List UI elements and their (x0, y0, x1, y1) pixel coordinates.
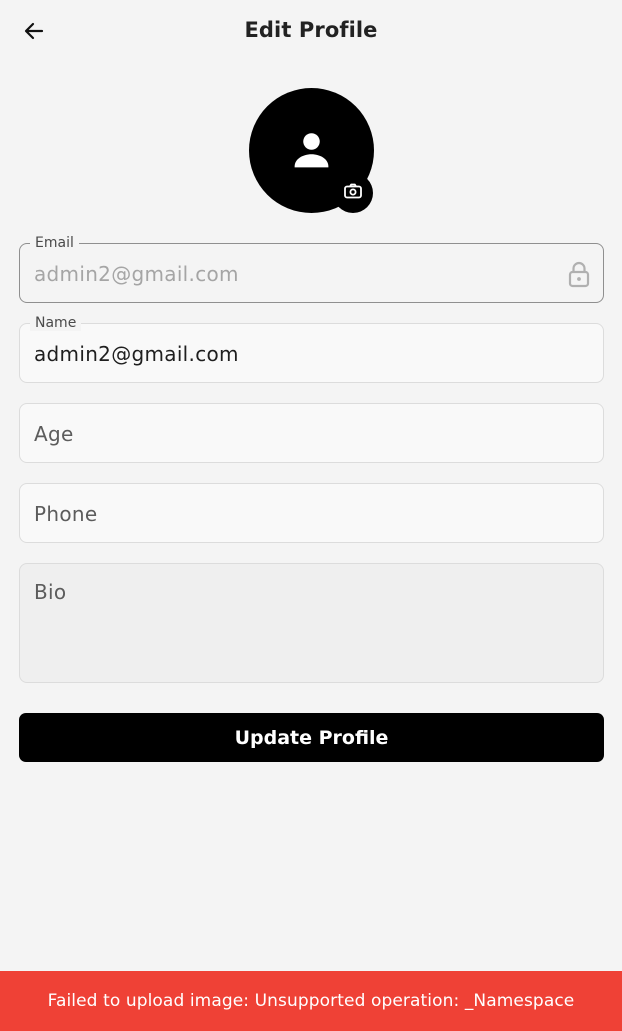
email-field: Email (19, 235, 604, 303)
page-title: Edit Profile (244, 18, 378, 42)
person-icon (289, 128, 334, 177)
app-bar: Edit Profile (0, 0, 622, 66)
update-profile-button[interactable]: Update Profile (19, 713, 604, 762)
profile-avatar[interactable] (249, 88, 374, 213)
name-input[interactable] (34, 340, 554, 368)
name-label: Name (30, 315, 82, 331)
camera-icon (344, 183, 362, 203)
age-field[interactable] (19, 403, 604, 463)
age-input[interactable] (34, 420, 554, 448)
email-input (34, 260, 554, 288)
name-field[interactable]: Name (19, 315, 604, 383)
change-photo-button[interactable] (333, 173, 373, 213)
email-label: Email (30, 235, 79, 251)
error-snackbar: Failed to upload image: Unsupported oper… (0, 971, 622, 1031)
phone-input[interactable] (34, 500, 554, 528)
lock-icon (567, 260, 591, 292)
bio-input[interactable] (34, 580, 584, 670)
phone-field[interactable] (19, 483, 604, 543)
bio-field[interactable] (19, 563, 604, 683)
snackbar-message: Failed to upload image: Unsupported oper… (47, 991, 575, 1011)
